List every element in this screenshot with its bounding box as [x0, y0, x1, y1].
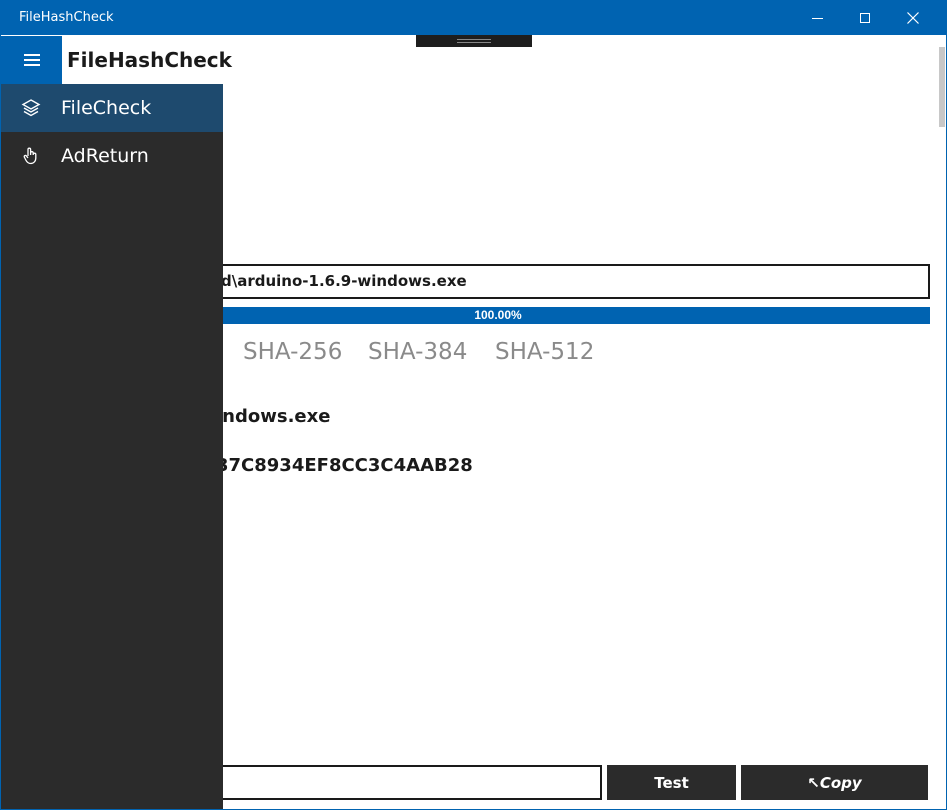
title-bar[interactable]: FileHashCheck: [1, 1, 946, 35]
page-title: FileHashCheck: [67, 48, 232, 72]
drag-handle[interactable]: [416, 35, 532, 47]
minimize-button[interactable]: [793, 1, 841, 35]
test-button[interactable]: Test: [607, 765, 736, 800]
progress-percent: 100.00%: [474, 308, 522, 322]
grip-line: [457, 39, 491, 40]
scrollbar[interactable]: [939, 47, 945, 127]
nav-item-filecheck[interactable]: FileCheck: [1, 84, 223, 132]
minimize-icon: [811, 17, 823, 19]
maximize-button[interactable]: [841, 1, 889, 35]
tab-sha-384[interactable]: SHA-384: [368, 339, 467, 365]
tab-sha-512[interactable]: SHA-512: [495, 339, 594, 365]
hash-value-text: 37C8934EF8CC3C4AAB28: [216, 455, 473, 476]
nav-item-adreturn[interactable]: AdReturn: [1, 132, 223, 180]
file-path-text: d\arduino-1.6.9-windows.exe: [221, 272, 467, 290]
compare-hash-input[interactable]: [216, 765, 602, 800]
hand-pointer-icon: [23, 147, 37, 165]
nav-label-adreturn: AdReturn: [61, 145, 149, 167]
close-icon: [907, 12, 919, 24]
tab-sha-256[interactable]: SHA-256: [243, 339, 342, 365]
window-title: FileHashCheck: [19, 10, 114, 25]
hamburger-menu-button[interactable]: [1, 36, 62, 84]
app-window: FileHashCheck d\arduino-1.6.9-windows.ex…: [0, 0, 947, 810]
maximize-icon: [860, 13, 870, 23]
navigation-pane: FileCheck AdReturn: [1, 84, 223, 809]
hamburger-icon: [23, 54, 40, 56]
nav-label-filecheck: FileCheck: [61, 97, 152, 119]
layers-icon: [21, 99, 41, 117]
close-button[interactable]: [889, 1, 937, 35]
file-name-label: indows.exe: [216, 406, 331, 427]
grip-line: [457, 42, 491, 43]
copy-button[interactable]: ↖Copy: [741, 765, 928, 800]
